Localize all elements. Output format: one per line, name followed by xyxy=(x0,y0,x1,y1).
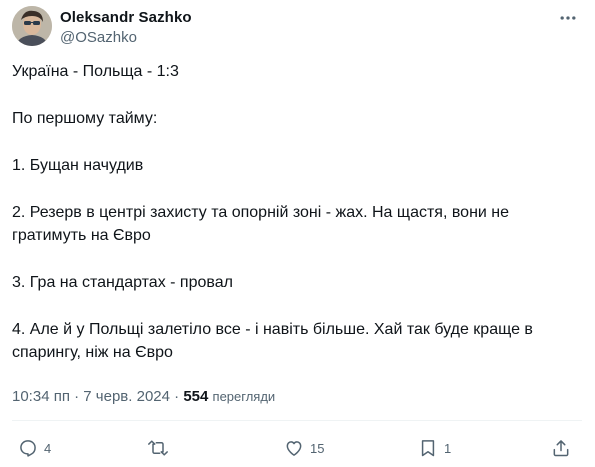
heart-icon xyxy=(286,441,302,456)
more-horizontal-icon xyxy=(560,16,576,20)
tweet-line: 1. Бущан начудив xyxy=(12,157,144,174)
action-bar: 4 15 1 xyxy=(0,434,595,462)
meta-separator: · xyxy=(174,388,180,405)
reply-button[interactable]: 4 xyxy=(18,434,51,462)
tweet-header: Oleksandr Sazhko @OSazhko xyxy=(12,6,582,50)
tweet-line: 3. Гра на стандартах - провал xyxy=(12,274,233,291)
share-button[interactable] xyxy=(551,434,571,462)
bookmark-icon xyxy=(421,440,435,457)
tweet-line: гратимуть на Євро xyxy=(12,227,151,244)
tweet-line: 2. Резерв в центрі захисту та опорній зо… xyxy=(12,204,510,221)
tweet-line: Україна - Польща - 1:3 xyxy=(12,63,179,80)
retweet-icon xyxy=(148,440,168,456)
views-label: перегляди xyxy=(212,389,276,404)
like-count: 15 xyxy=(310,440,325,456)
tweet-meta: 10:34 пп · 7 черв. 2024 · 554 перегляди xyxy=(12,388,275,405)
reply-icon xyxy=(20,440,36,457)
author-name[interactable]: Oleksandr Sazhko xyxy=(60,9,192,26)
bookmark-count: 1 xyxy=(444,440,452,456)
meta-separator: · xyxy=(74,388,80,405)
avatar-image xyxy=(12,6,52,46)
divider xyxy=(12,420,582,421)
tweet-time[interactable]: 10:34 пп xyxy=(12,388,70,405)
author-handle[interactable]: @OSazhko xyxy=(60,29,137,46)
views-count: 554 xyxy=(183,388,209,405)
retweet-button[interactable] xyxy=(148,434,174,462)
tweet-line: спарингу, ніж на Євро xyxy=(12,344,173,361)
like-button[interactable]: 15 xyxy=(284,434,324,462)
tweet-text: Україна - Польща - 1:3 По першому тайму:… xyxy=(12,60,572,364)
tweet-card: Oleksandr Sazhko @OSazhko Україна - Поль… xyxy=(0,0,595,467)
tweet-line: 4. Але й у Польщі залетіло все - і навіт… xyxy=(12,321,533,338)
tweet-date[interactable]: 7 черв. 2024 xyxy=(83,388,170,405)
bookmark-button[interactable]: 1 xyxy=(418,434,451,462)
tweet-line: По першому тайму: xyxy=(12,110,158,127)
reply-count: 4 xyxy=(44,440,52,456)
avatar[interactable] xyxy=(12,6,52,46)
more-button[interactable] xyxy=(556,8,580,28)
share-icon xyxy=(553,440,569,457)
